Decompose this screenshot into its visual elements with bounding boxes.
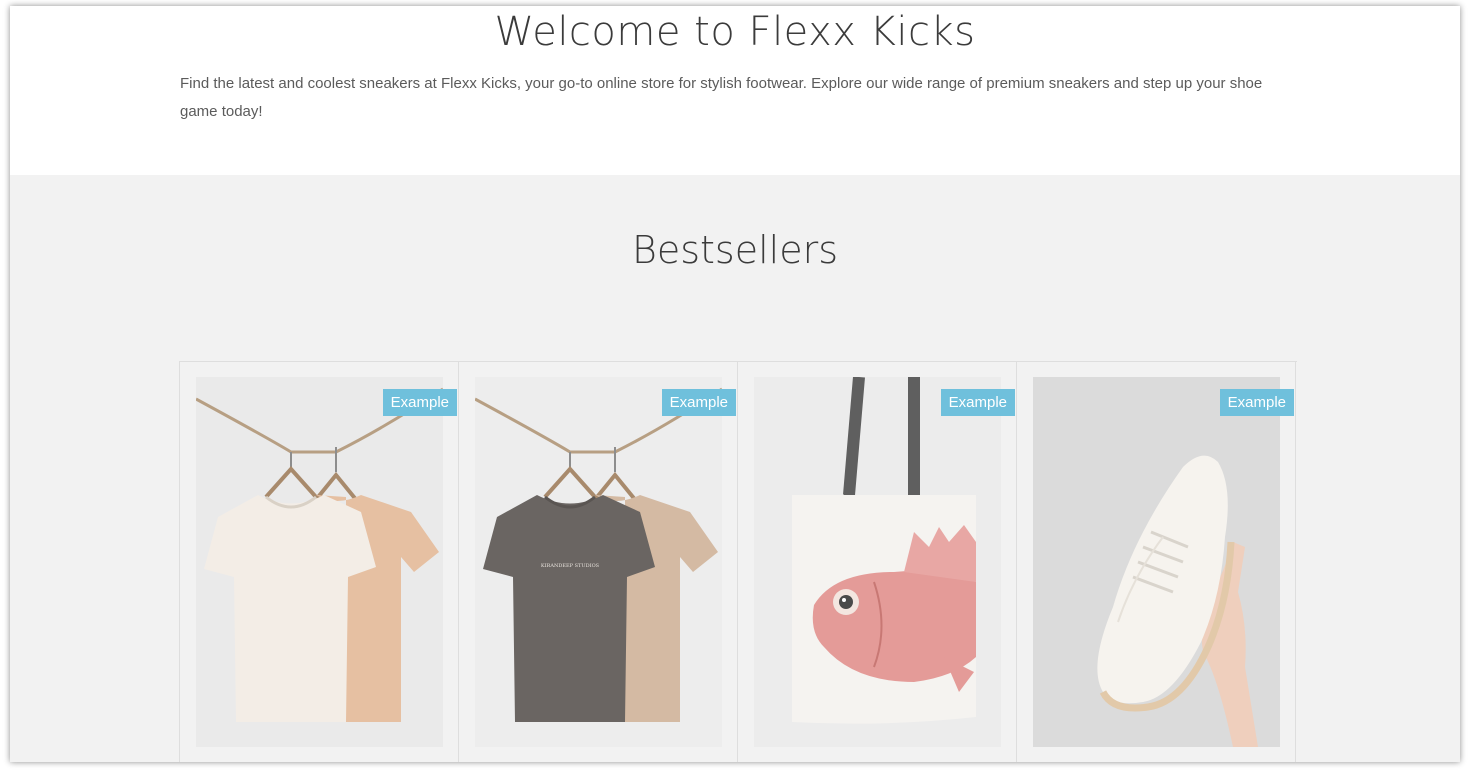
product-card[interactable]: Example bbox=[1017, 362, 1296, 762]
product-card[interactable]: KIRANDEEP STUDIOS Example bbox=[459, 362, 738, 762]
product-image-sneaker[interactable] bbox=[1033, 377, 1280, 747]
hero-section: Welcome to Flexx Kicks Find the latest a… bbox=[10, 6, 1460, 175]
product-image-tshirts-dark[interactable]: KIRANDEEP STUDIOS bbox=[475, 377, 722, 747]
page-title: Welcome to Flexx Kicks bbox=[494, 9, 976, 55]
bestsellers-section: Bestsellers Example KIRANDEEP STUDIOS Ex… bbox=[10, 175, 1460, 762]
browser-viewport: Welcome to Flexx Kicks Find the latest a… bbox=[10, 6, 1460, 762]
product-grid: Example KIRANDEEP STUDIOS Example Exampl… bbox=[179, 361, 1297, 762]
svg-text:KIRANDEEP STUDIOS: KIRANDEEP STUDIOS bbox=[541, 563, 600, 569]
example-badge: Example bbox=[661, 389, 736, 416]
example-badge: Example bbox=[382, 389, 457, 416]
product-card[interactable]: Example bbox=[180, 362, 459, 762]
product-card[interactable]: Example bbox=[738, 362, 1017, 762]
bestsellers-title: Bestsellers bbox=[631, 228, 839, 272]
example-badge: Example bbox=[940, 389, 1015, 416]
hero-description: Find the latest and coolest sneakers at … bbox=[180, 75, 1263, 120]
example-badge: Example bbox=[1219, 389, 1294, 416]
product-image-tshirts-light[interactable] bbox=[196, 377, 443, 747]
product-image-tote-bag[interactable] bbox=[754, 377, 1001, 747]
